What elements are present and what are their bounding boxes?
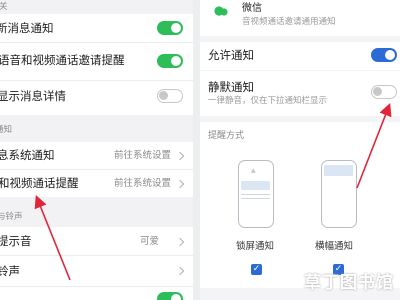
annotation-arrows — [34, 103, 392, 281]
arrow-left — [34, 195, 71, 281]
watermark-text: 草丁图书馆 — [304, 273, 394, 293]
arrow-right — [356, 103, 392, 189]
watermark: 草丁图书馆 — [304, 275, 394, 292]
